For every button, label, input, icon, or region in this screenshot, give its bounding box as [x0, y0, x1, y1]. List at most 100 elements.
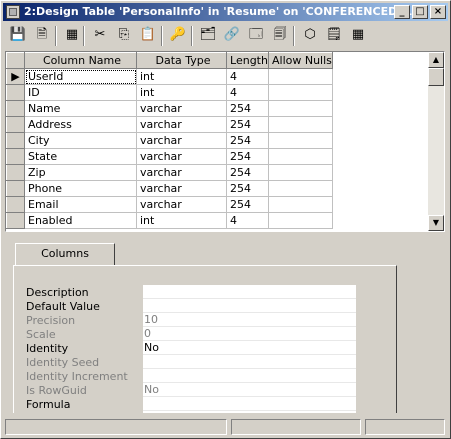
grid-scrollbar[interactable]: ▲ ▼ — [428, 52, 444, 231]
manage-constraints-icon[interactable]: 🗐 — [269, 26, 291, 46]
column-name-cell[interactable]: Email — [24, 196, 137, 213]
table-row[interactable]: State varchar 254 — [6, 148, 333, 165]
row-selector[interactable] — [6, 164, 25, 181]
relationships-diagram-icon[interactable]: ⬡ — [299, 26, 321, 46]
data-type-cell[interactable]: varchar — [136, 164, 227, 181]
scroll-thumb[interactable] — [428, 68, 444, 86]
property-label: Identity Increment — [26, 370, 128, 383]
column-name-cell[interactable]: Enabled — [24, 212, 137, 229]
manage-relationships-icon[interactable]: 🔗 — [221, 26, 243, 46]
cut-icon[interactable]: ✂ — [89, 26, 111, 46]
length-cell[interactable]: 254 — [226, 116, 269, 133]
property-value-field[interactable] — [143, 397, 356, 411]
allow-nulls-cell[interactable] — [268, 196, 333, 213]
table-row[interactable]: ID int 4 — [6, 84, 333, 101]
primary-key-icon[interactable]: 🔑 — [167, 26, 189, 46]
scroll-down-button[interactable]: ▼ — [428, 215, 444, 231]
data-type-cell[interactable]: int — [136, 68, 227, 85]
manage-indexes-icon[interactable]: 🗔 — [245, 26, 267, 46]
length-cell[interactable]: 4 — [226, 212, 269, 229]
property-value-field[interactable] — [143, 299, 356, 313]
column-properties-panel: Columns Description Default Value Precisio… — [5, 237, 445, 413]
property-value-field[interactable] — [143, 285, 356, 299]
column-name-cell[interactable]: City — [24, 132, 137, 149]
scroll-up-button[interactable]: ▲ — [428, 52, 444, 68]
data-type-cell[interactable]: varchar — [136, 100, 227, 117]
close-button[interactable]: × — [430, 5, 446, 19]
property-value-field[interactable]: No — [143, 341, 356, 355]
allow-nulls-cell[interactable] — [268, 148, 333, 165]
data-type-cell[interactable]: varchar — [136, 180, 227, 197]
table-properties-icon[interactable]: 🗂 — [197, 26, 219, 46]
table-row[interactable]: ▶ UserId int 4 — [6, 68, 333, 85]
column-name-cell[interactable]: UserId — [24, 68, 137, 85]
column-name-cell[interactable]: Phone — [24, 180, 137, 197]
length-cell[interactable]: 254 — [226, 100, 269, 117]
row-selector[interactable] — [6, 116, 25, 133]
data-type-cell[interactable]: varchar — [136, 132, 227, 149]
data-type-cell[interactable]: int — [136, 84, 227, 101]
allow-nulls-cell[interactable] — [268, 132, 333, 149]
row-selector[interactable] — [6, 148, 25, 165]
toolbar-separator — [161, 26, 163, 46]
length-cell[interactable]: 254 — [226, 196, 269, 213]
triggers-icon[interactable]: 🗒 — [323, 26, 345, 46]
generate-script-icon[interactable]: ▦ — [61, 26, 83, 46]
row-selector[interactable] — [6, 180, 25, 197]
maximize-button[interactable]: □ — [412, 5, 428, 19]
data-type-cell[interactable]: varchar — [136, 196, 227, 213]
row-selector-header — [6, 52, 25, 69]
column-name-cell[interactable]: Name — [24, 100, 137, 117]
properties-icon[interactable]: 🗎 — [31, 26, 53, 46]
data-type-cell[interactable]: varchar — [136, 148, 227, 165]
length-cell[interactable]: 4 — [226, 68, 269, 85]
table-row[interactable]: Address varchar 254 — [6, 116, 333, 133]
header-length[interactable]: Length — [226, 52, 269, 69]
length-cell[interactable]: 254 — [226, 148, 269, 165]
row-selector[interactable] — [6, 212, 25, 229]
copy-icon[interactable]: ⎘ — [113, 26, 135, 46]
toolbar: 💾 🗎 ▦ ✂ ⎘ 📋 🔑 🗂 🔗 🗔 🗐 ⬡ 🗒 ▦ — [3, 23, 448, 49]
show-grid-icon[interactable]: ▦ — [347, 26, 369, 46]
tab-columns[interactable]: Columns — [15, 243, 115, 265]
table-row[interactable]: Zip varchar 254 — [6, 164, 333, 181]
title-bar[interactable]: 2:Design Table 'PersonalInfo' in 'Resume… — [3, 3, 448, 21]
header-data-type[interactable]: Data Type — [136, 52, 227, 69]
row-selector[interactable] — [6, 132, 25, 149]
table-row[interactable]: Phone varchar 254 — [6, 180, 333, 197]
length-cell[interactable]: 254 — [226, 164, 269, 181]
allow-nulls-cell[interactable] — [268, 212, 333, 229]
minimize-button[interactable]: _ — [394, 5, 410, 19]
table-row[interactable]: Email varchar 254 — [6, 196, 333, 213]
column-name-cell[interactable]: State — [24, 148, 137, 165]
allow-nulls-cell[interactable] — [268, 100, 333, 117]
header-column-name[interactable]: Column Name — [24, 52, 137, 69]
length-cell[interactable]: 254 — [226, 132, 269, 149]
allow-nulls-cell[interactable] — [268, 164, 333, 181]
save-icon[interactable]: 💾 — [7, 26, 29, 46]
length-cell[interactable]: 4 — [226, 84, 269, 101]
row-selector[interactable] — [6, 196, 25, 213]
data-type-cell[interactable]: varchar — [136, 116, 227, 133]
allow-nulls-cell[interactable] — [268, 180, 333, 197]
header-allow-nulls[interactable]: Allow Nulls — [268, 52, 333, 69]
properties-list: Description Default Value Precision 10 Scale… — [13, 265, 397, 413]
property-row: Description — [26, 285, 366, 300]
data-type-cell[interactable]: int — [136, 212, 227, 229]
property-label: Precision — [26, 314, 76, 327]
allow-nulls-cell[interactable] — [268, 116, 333, 133]
row-selector[interactable] — [6, 100, 25, 117]
column-name-cell[interactable]: Address — [24, 116, 137, 133]
property-label: Scale — [26, 328, 56, 341]
column-name-cell[interactable]: Zip — [24, 164, 137, 181]
table-row[interactable]: Enabled int 4 — [6, 212, 333, 229]
allow-nulls-cell[interactable] — [268, 68, 333, 85]
length-cell[interactable]: 254 — [226, 180, 269, 197]
row-selector[interactable] — [6, 84, 25, 101]
table-row[interactable]: Name varchar 254 — [6, 100, 333, 117]
column-name-cell[interactable]: ID — [24, 84, 137, 101]
allow-nulls-cell[interactable] — [268, 84, 333, 101]
row-selector[interactable]: ▶ — [6, 68, 25, 85]
table-row[interactable]: City varchar 254 — [6, 132, 333, 149]
paste-icon[interactable]: 📋 — [137, 26, 159, 46]
